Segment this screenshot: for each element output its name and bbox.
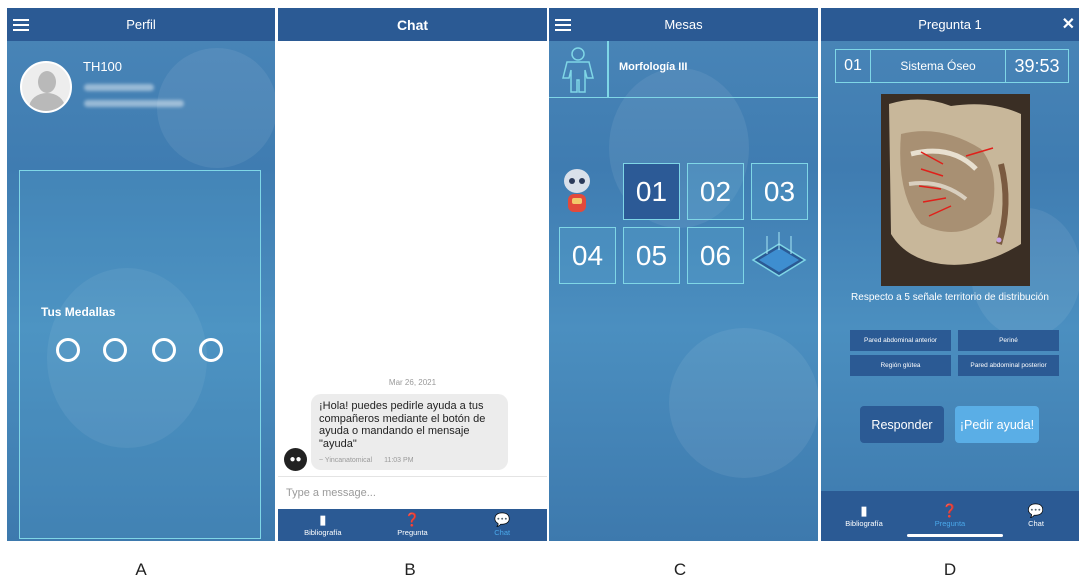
- tab-chat[interactable]: 💬 Chat: [993, 491, 1079, 541]
- tab-pregunta[interactable]: ❓ Pregunta: [368, 509, 458, 541]
- figure-label-a: A: [135, 560, 147, 579]
- app-bar: Pregunta 1 ✕: [821, 8, 1079, 41]
- background-figure: [157, 48, 275, 168]
- close-icon[interactable]: ✕: [1062, 14, 1075, 34]
- user-id: TH100: [83, 59, 123, 74]
- menu-icon[interactable]: [555, 19, 571, 31]
- app-bar: Perfil: [7, 8, 275, 41]
- page-title: Pregunta 1: [918, 17, 982, 32]
- question-info-bar: 01 Sistema Óseo 39:53: [835, 49, 1069, 83]
- chat-bubble-icon: 💬: [1027, 503, 1045, 518]
- answer-option-1[interactable]: Pared abdominal anterior: [850, 330, 951, 351]
- chat-bubble-icon: 💬: [494, 512, 511, 527]
- blurred-user-name: [84, 84, 154, 91]
- question-screen: Pregunta 1 ✕ 01 Sistema Óseo 39:53 Respe…: [821, 8, 1079, 541]
- answer-option-3[interactable]: Región glútea: [850, 355, 951, 376]
- avatar[interactable]: [20, 61, 72, 113]
- chat-screen: Chat Mar 26, 2021 ●● ¡Hola! puedes pedir…: [278, 8, 547, 541]
- countdown-timer: 39:53: [1014, 55, 1060, 76]
- figure-label-d: D: [943, 560, 957, 579]
- medal-slot: [152, 338, 176, 362]
- page-title: Perfil: [126, 17, 156, 32]
- message-text: ¡Hola! puedes pedirle ayuda a tus compañ…: [319, 400, 486, 450]
- question-text: Respecto a 5 señale territorio de distri…: [851, 292, 1049, 303]
- tables-screen: Mesas Morfología III 01 02 03 04 05 06: [549, 8, 818, 541]
- book-icon: ▮: [319, 512, 327, 527]
- chat-message: ¡Hola! puedes pedirle ayuda a tus compañ…: [311, 394, 508, 470]
- chat-header: Chat: [278, 8, 547, 41]
- medal-slot: [199, 338, 223, 362]
- home-indicator: [907, 534, 1003, 537]
- divider: [607, 41, 609, 98]
- tab-bibliografia[interactable]: ▮ Bibliografía: [821, 491, 907, 541]
- background-figure: [669, 328, 818, 478]
- medal-slot: [56, 338, 80, 362]
- table-button-01[interactable]: 01: [623, 163, 680, 220]
- tab-bar: ▮ Bibliografía ❓ Pregunta 💬 Chat: [278, 509, 547, 541]
- tab-chat[interactable]: 💬 Chat: [457, 509, 547, 541]
- question-icon: ❓: [941, 503, 959, 518]
- question-number: 01: [836, 50, 871, 82]
- tab-bibliografia[interactable]: ▮ Bibliografía: [278, 509, 368, 541]
- table-button-06[interactable]: 06: [687, 227, 744, 284]
- question-icon: ❓: [404, 512, 421, 527]
- group-avatar-icon: ●●: [284, 448, 307, 471]
- table-button-02[interactable]: 02: [687, 163, 744, 220]
- figure-label-b: B: [404, 560, 416, 579]
- body-anatomy-icon: [562, 47, 594, 93]
- message-date: Mar 26, 2021: [388, 378, 437, 387]
- table-button-05[interactable]: 05: [623, 227, 680, 284]
- message-input[interactable]: Type a message...: [278, 476, 547, 509]
- message-placeholder: Type a message...: [286, 487, 376, 499]
- table-button-04[interactable]: 04: [559, 227, 616, 284]
- medal-slot: [103, 338, 127, 362]
- answer-option-2[interactable]: Periné: [958, 330, 1059, 351]
- blurred-user-info: [84, 100, 184, 107]
- page-title: Mesas: [664, 17, 703, 32]
- medals-box: [19, 170, 261, 539]
- ask-help-button[interactable]: ¡Pedir ayuda!: [955, 406, 1039, 443]
- message-sender: ~ Yincanatomical: [319, 457, 373, 464]
- answer-option-4[interactable]: Pared abdominal posterior: [958, 355, 1059, 376]
- anatomy-image: [881, 94, 1030, 286]
- table-button-03[interactable]: 03: [751, 163, 808, 220]
- book-icon: ▮: [860, 503, 868, 518]
- topic-label: Sistema Óseo: [871, 50, 1006, 82]
- robot-icon: [564, 169, 590, 212]
- figure-label-c: C: [673, 560, 687, 579]
- message-time: 11:03 PM: [384, 457, 414, 464]
- app-bar: Mesas: [549, 8, 818, 41]
- menu-icon[interactable]: [13, 19, 29, 31]
- subject-name: Morfología III: [619, 61, 688, 73]
- page-title: Chat: [396, 16, 429, 33]
- respond-button[interactable]: Responder: [860, 406, 944, 443]
- tablet-hologram-icon: [751, 232, 807, 277]
- medals-label: Tus Medallas: [41, 305, 116, 319]
- profile-screen: Perfil TH100 Tus Medallas: [7, 8, 275, 541]
